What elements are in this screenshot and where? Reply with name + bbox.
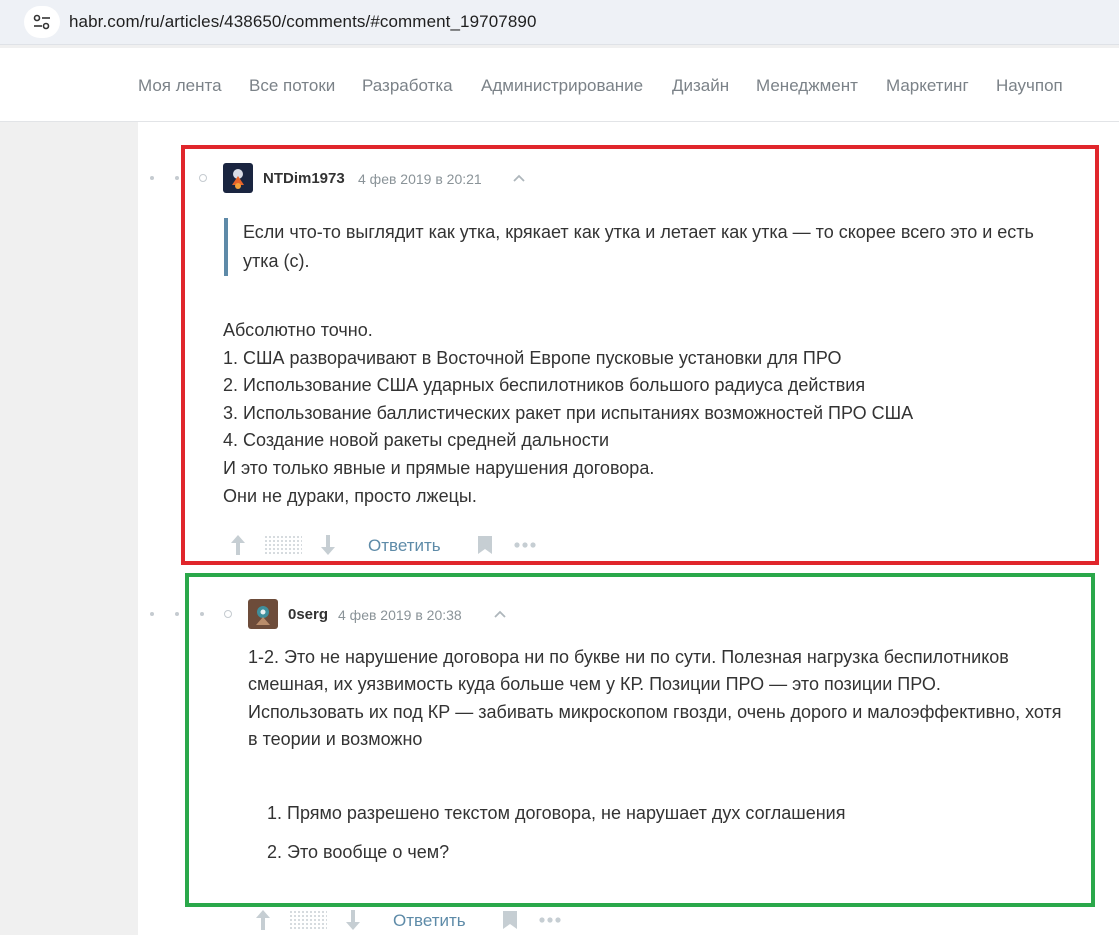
thread-dot: [175, 176, 179, 180]
address-bar: habr.com/ru/articles/438650/comments/#co…: [0, 0, 1119, 45]
reply-button[interactable]: Ответить: [393, 911, 466, 931]
arrow-down-icon[interactable]: [345, 909, 361, 931]
page-gutter: [0, 122, 138, 935]
nav-item-my-feed[interactable]: Моя лента: [138, 76, 222, 96]
nav-item-popsci[interactable]: Научпоп: [996, 76, 1063, 96]
section-nav: Моя лента Все потоки Разработка Админист…: [0, 48, 1119, 122]
more-horizontal-icon[interactable]: [538, 916, 562, 924]
rating-placeholder: [289, 910, 327, 930]
site-settings-icon[interactable]: [24, 6, 60, 38]
highlight-frame-green: [185, 573, 1095, 907]
highlight-frame-red: [181, 145, 1099, 565]
nav-item-design[interactable]: Дизайн: [672, 76, 729, 96]
nav-item-marketing[interactable]: Маркетинг: [886, 76, 969, 96]
arrow-up-icon[interactable]: [255, 909, 271, 931]
thread-dot: [150, 612, 154, 616]
thread-dot: [150, 176, 154, 180]
nav-item-development[interactable]: Разработка: [362, 76, 453, 96]
url-text[interactable]: habr.com/ru/articles/438650/comments/#co…: [69, 12, 537, 32]
nav-item-administration[interactable]: Администрирование: [481, 76, 643, 96]
thread-dot: [175, 612, 179, 616]
nav-item-all-streams[interactable]: Все потоки: [249, 76, 335, 96]
bookmark-icon[interactable]: [502, 910, 518, 930]
nav-item-management[interactable]: Менеджмент: [756, 76, 858, 96]
